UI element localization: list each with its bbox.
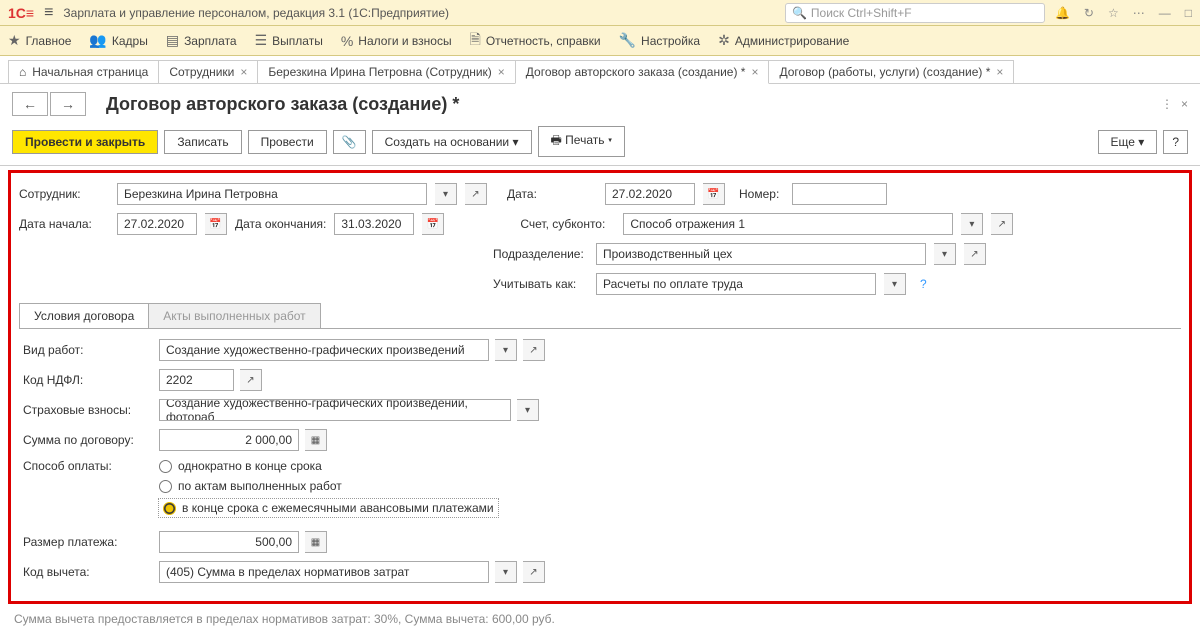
more-button[interactable]: Еще ▾ [1098,130,1158,154]
more-icon[interactable]: ⋯ [1133,6,1145,20]
calc-icon[interactable]: ▦ [305,531,327,553]
calc-icon[interactable]: ▦ [305,429,327,451]
calendar-icon[interactable]: 📅 [205,213,227,235]
close-icon[interactable]: × [1181,97,1188,111]
consider-field[interactable]: Расчеты по оплате труда [596,273,876,295]
back-button[interactable]: ← [12,92,48,116]
sum-field[interactable]: 2 000,00 [159,429,299,451]
app-title: Зарплата и управление персоналом, редакц… [63,6,775,20]
date-label: Дата: [507,187,547,201]
end-date-field[interactable]: 31.03.2020 [334,213,414,235]
open-icon[interactable]: ↗ [964,243,986,265]
attach-button[interactable]: 📎 [333,130,366,154]
footer-hint: Сумма вычета предоставляется в пределах … [0,608,1200,630]
consider-label: Учитывать как: [493,277,588,291]
tab-Сотрудники[interactable]: Сотрудники× [158,60,258,83]
menu-Кадры[interactable]: 👥Кадры [89,32,147,49]
deduct-label: Код вычета: [23,565,153,579]
open-icon[interactable]: ↗ [991,213,1013,235]
minimize-icon[interactable]: — [1159,6,1171,20]
page-title: Договор авторского заказа (создание) * [106,94,459,115]
open-icon[interactable]: ↗ [240,369,262,391]
menu-icon[interactable]: ≡ [44,4,53,22]
bell-icon[interactable]: 🔔 [1055,6,1070,20]
help-button[interactable]: ? [1163,130,1188,154]
app-logo: 1C≡ [8,5,34,21]
pay-option-monthly[interactable]: в конце срока с ежемесячными авансовыми … [159,499,498,517]
close-icon[interactable]: × [498,65,505,79]
close-icon[interactable]: × [240,65,247,79]
calendar-icon[interactable]: 📅 [422,213,444,235]
ndfl-field[interactable]: 2202 [159,369,234,391]
window-icon[interactable]: □ [1185,6,1192,20]
open-icon[interactable]: ↗ [523,561,545,583]
tab-contract-terms[interactable]: Условия договора [19,303,149,328]
start-date-label: Дата начала: [19,217,109,231]
tab-Начальная страница[interactable]: ⌂Начальная страница [8,60,159,83]
pay-method-label: Способ оплаты: [23,459,153,473]
dropdown-icon[interactable]: ▾ [495,561,517,583]
pay-option-acts[interactable]: по актам выполненных работ [159,479,498,493]
sum-label: Сумма по договору: [23,433,153,447]
dropdown-icon[interactable]: ▾ [961,213,983,235]
menu-Выплаты[interactable]: ☰Выплаты [255,32,323,49]
close-icon[interactable]: × [751,65,758,79]
menu-Зарплата[interactable]: ▤Зарплата [166,32,237,49]
create-based-button[interactable]: Создать на основании ▾ [372,130,532,154]
number-field[interactable] [792,183,887,205]
tab-Березкина Ирина Петр[interactable]: Березкина Ирина Петровна (Сотрудник)× [257,60,515,83]
dept-field[interactable]: Производственный цех [596,243,926,265]
tab-acts[interactable]: Акты выполненных работ [148,303,320,328]
ndfl-label: Код НДФЛ: [23,373,153,387]
write-button[interactable]: Записать [164,130,241,154]
deduct-field[interactable]: (405) Сумма в пределах нормативов затрат [159,561,489,583]
insurance-label: Страховые взносы: [23,403,153,417]
account-field[interactable]: Способ отражения 1 [623,213,953,235]
dropdown-icon[interactable]: ▾ [884,273,906,295]
pay-size-field[interactable]: 500,00 [159,531,299,553]
post-close-button[interactable]: Провести и закрыть [12,130,158,154]
work-type-label: Вид работ: [23,343,153,357]
dropdown-icon[interactable]: ▾ [934,243,956,265]
print-button[interactable]: 🖶 Печать ▾ [538,126,626,157]
menu-Налоги и взносы[interactable]: %Налоги и взносы [341,33,452,49]
employee-label: Сотрудник: [19,187,109,201]
dropdown-icon[interactable]: ▾ [517,399,539,421]
insurance-field[interactable]: Создание художественно-графических произ… [159,399,511,421]
menu-Главное[interactable]: ★Главное [8,32,71,49]
end-date-label: Дата окончания: [235,217,326,231]
history-icon[interactable]: ↻ [1084,6,1094,20]
dropdown-icon[interactable]: ▾ [435,183,457,205]
search-icon: 🔍 [792,6,807,20]
start-date-field[interactable]: 27.02.2020 [117,213,197,235]
star-icon[interactable]: ☆ [1108,6,1119,20]
number-label: Номер: [739,187,784,201]
calendar-icon[interactable]: 📅 [703,183,725,205]
open-icon[interactable]: ↗ [523,339,545,361]
menu-Администрирование[interactable]: ✲Администрирование [718,32,849,49]
pay-option-once[interactable]: однократно в конце срока [159,459,498,473]
account-label: Счет, субконто: [520,217,615,231]
help-icon[interactable]: ? [920,277,927,291]
search-input[interactable]: 🔍 Поиск Ctrl+Shift+F [785,3,1045,23]
open-icon[interactable]: ↗ [465,183,487,205]
forward-button[interactable]: → [50,92,86,116]
dept-label: Подразделение: [493,247,588,261]
menu-Отчетность, справки[interactable]: 🗎Отчетность, справки [470,29,601,53]
menu-Настройка[interactable]: 🔧Настройка [619,32,701,49]
employee-field[interactable]: Березкина Ирина Петровна [117,183,427,205]
date-field[interactable]: 27.02.2020 [605,183,695,205]
work-type-field[interactable]: Создание художественно-графических произ… [159,339,489,361]
close-icon[interactable]: × [996,65,1003,79]
post-button[interactable]: Провести [248,130,327,154]
pay-size-label: Размер платежа: [23,535,153,549]
tab-Договор (работы, усл[interactable]: Договор (работы, услуги) (создание) *× [768,60,1014,83]
dropdown-icon[interactable]: ▾ [495,339,517,361]
more-vert-icon[interactable]: ⋮ [1161,97,1173,111]
tab-Договор авторского з[interactable]: Договор авторского заказа (создание) *× [515,60,770,84]
